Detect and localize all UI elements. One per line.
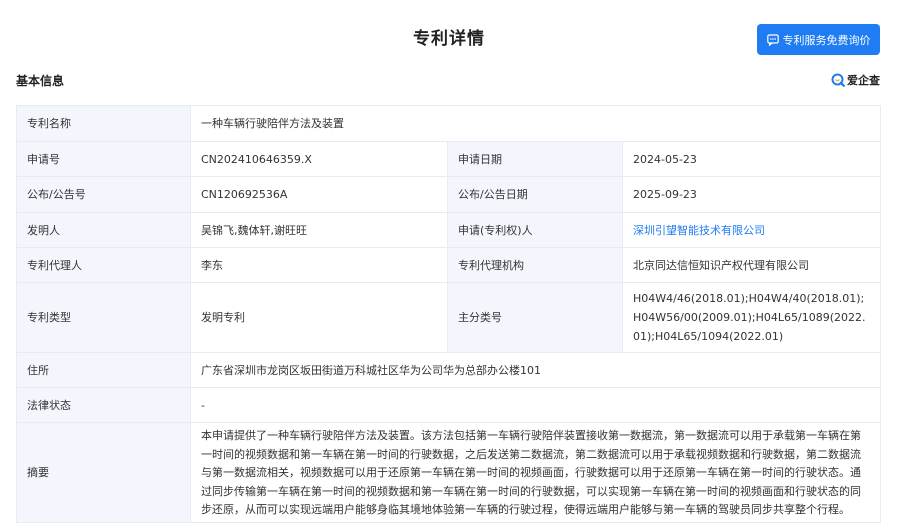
- table-row: 摘要 本申请提供了一种车辆行驶陪伴方法及装置。该方法包括第一车辆行驶陪伴装置接收…: [16, 422, 882, 523]
- classification-value: H04W4/46(2018.01);H04W4/40(2018.01);H04W…: [621, 282, 882, 353]
- legal-status-value: -: [189, 387, 882, 423]
- table-row: 专利名称 一种车辆行驶陪伴方法及装置: [16, 105, 882, 142]
- field-label: 专利名称: [16, 105, 191, 142]
- field-label: 专利类型: [16, 282, 191, 353]
- field-label: 住所: [16, 352, 191, 388]
- table-row: 申请号 CN202410646359.X 申请日期 2024-05-23: [16, 141, 882, 177]
- applicant-cell: 深圳引望智能技术有限公司: [621, 212, 882, 248]
- table-row: 公布/公告号 CN120692536A 公布/公告日期 2025-09-23: [16, 176, 882, 213]
- application-date-value: 2024-05-23: [621, 141, 882, 177]
- chat-icon: [766, 33, 779, 46]
- field-label: 专利代理机构: [447, 247, 623, 283]
- table-row: 发明人 吴锦飞,魏体轩,谢旺旺 申请(专利权)人 深圳引望智能技术有限公司: [16, 212, 882, 248]
- section-title: 基本信息: [16, 74, 65, 88]
- field-label: 申请号: [16, 141, 191, 177]
- field-label: 摘要: [16, 422, 191, 523]
- field-label: 法律状态: [16, 387, 191, 423]
- consult-button[interactable]: 专利服务免费询价: [757, 24, 880, 55]
- field-label: 发明人: [16, 212, 191, 248]
- patent-type-value: 发明专利: [190, 282, 448, 353]
- address-value: 广东省深圳市龙岗区坂田街道万科城社区华为公司华为总部办公楼101: [189, 352, 882, 388]
- agent-value: 李东: [190, 247, 448, 283]
- table-row: 住所 广东省深圳市龙岗区坂田街道万科城社区华为公司华为总部办公楼101: [16, 352, 882, 388]
- publication-number-value: CN120692536A: [190, 176, 448, 213]
- table-row: 法律状态 -: [16, 387, 882, 423]
- field-label: 申请日期: [447, 141, 623, 177]
- table-row: 专利类型 发明专利 主分类号 H04W4/46(2018.01);H04W4/4…: [16, 282, 882, 353]
- application-number-value: CN202410646359.X: [190, 141, 448, 177]
- abstract-cell: 本申请提供了一种车辆行驶陪伴方法及装置。该方法包括第一车辆行驶陪伴装置接收第一数…: [189, 422, 882, 523]
- field-label: 专利代理人: [16, 247, 191, 283]
- consult-button-label: 专利服务免费询价: [782, 33, 871, 47]
- field-label: 公布/公告号: [16, 176, 191, 213]
- brand-name: 爱企查: [847, 74, 880, 87]
- patent-info-table: 专利名称 一种车辆行驶陪伴方法及装置 申请号 CN202410646359.X …: [16, 105, 882, 523]
- field-label: 公布/公告日期: [447, 176, 623, 213]
- inventor-value: 吴锦飞,魏体轩,谢旺旺: [190, 212, 448, 248]
- field-label: 申请(专利权)人: [447, 212, 623, 248]
- agency-value: 北京同达信恒知识产权代理有限公司: [621, 247, 882, 283]
- table-row: 专利代理人 李东 专利代理机构 北京同达信恒知识产权代理有限公司: [16, 247, 882, 283]
- field-label: 主分类号: [447, 282, 623, 353]
- brand-logo[interactable]: 爱企查: [831, 72, 880, 88]
- abstract-value: 本申请提供了一种车辆行驶陪伴方法及装置。该方法包括第一车辆行驶陪伴装置接收第一数…: [201, 429, 861, 517]
- brand-logo-icon: [831, 73, 845, 87]
- publication-date-value: 2025-09-23: [621, 176, 882, 213]
- applicant-link[interactable]: 深圳引望智能技术有限公司: [633, 224, 765, 237]
- patent-name-value: 一种车辆行驶陪伴方法及装置: [189, 105, 882, 142]
